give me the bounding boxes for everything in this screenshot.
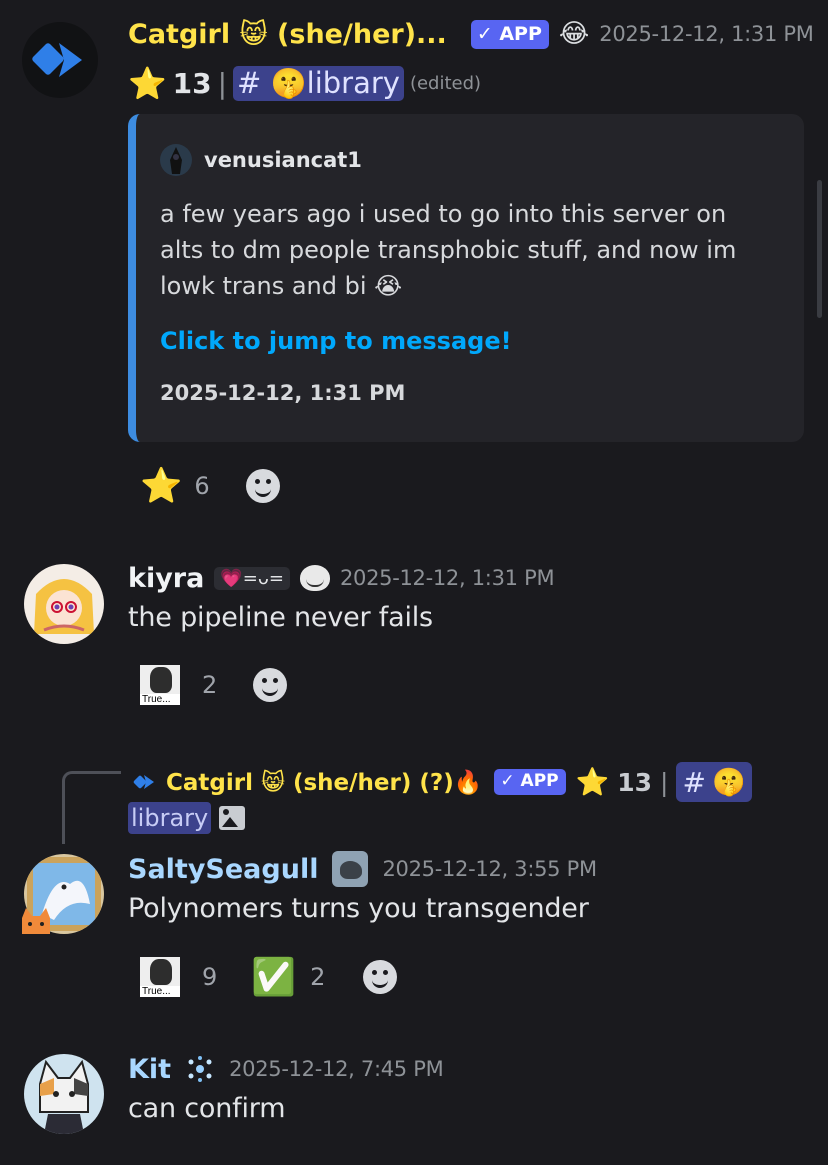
checkmark-icon: ✅ (251, 957, 297, 998)
username[interactable]: SaltySeagull (128, 854, 318, 885)
reaction-true[interactable]: True... 9 (140, 957, 217, 997)
message-content: can confirm (128, 1093, 286, 1124)
star-count: 13 (172, 66, 212, 100)
sparkle-role-icon (185, 1054, 215, 1084)
embed-description: a few years ago i used to go into this s… (160, 200, 737, 300)
image-icon (219, 806, 246, 830)
true-meme-icon: True... (140, 665, 180, 705)
reaction-count: 6 (194, 472, 210, 500)
reply-spine (62, 771, 121, 844)
add-reaction-icon[interactable] (363, 960, 398, 994)
channel-mention[interactable]: # 🤫library (233, 65, 404, 101)
edited-label: (edited) (409, 72, 482, 94)
message-content: the pipeline never fails (128, 602, 433, 633)
scrollbar-thumb[interactable] (817, 180, 822, 318)
message-header: Catgirl 😸 (she/her)... ✓ APP 😂 2025-12-1… (128, 14, 818, 54)
reply-preview[interactable]: Catgirl 😸 (she/her) (?)🔥 ✓ APP ⭐ 13 | # … (130, 760, 820, 804)
cat-avatar-icon (39, 1059, 89, 1134)
add-reaction-icon[interactable] (253, 668, 288, 702)
add-reaction-icon[interactable] (245, 469, 280, 503)
app-badge: ✓ APP (494, 769, 566, 795)
bot-logo-icon (133, 775, 154, 789)
separator: | (217, 66, 228, 100)
reaction-bar: True... 2 (140, 665, 288, 705)
username[interactable]: Kit (128, 1054, 171, 1085)
user-tag: 💗=ᴗ= (214, 566, 290, 590)
reaction-checkmark[interactable]: ✅ 2 (251, 956, 325, 998)
message-header: kiyra 💗=ᴗ= 2025-12-12, 1:31 PM (128, 558, 555, 598)
bot-logo-icon (32, 43, 82, 77)
message-header: SaltySeagull 2025-12-12, 3:55 PM (128, 849, 597, 889)
laughing-emoji-icon: 😂 (558, 19, 590, 49)
star-icon: ⭐ (128, 65, 167, 102)
reply-username[interactable]: Catgirl 😸 (she/her) (?)🔥 (166, 769, 482, 796)
trollface-icon (299, 565, 330, 591)
bot-avatar[interactable] (22, 22, 98, 98)
message-header: Kit 2025-12-12, 7:45 PM (128, 1049, 444, 1089)
reaction-count: 2 (202, 671, 218, 699)
timestamp[interactable]: 2025-12-12, 1:31 PM (599, 22, 814, 46)
reaction-star[interactable]: ⭐ 6 (140, 466, 210, 506)
embed-timestamp: 2025-12-12, 1:31 PM (160, 381, 406, 405)
star-icon: ⭐ (575, 767, 610, 798)
embed-author-avatar (160, 144, 192, 176)
message-embed: venusiancat1 a few years ago i used to g… (128, 114, 804, 442)
username[interactable]: Catgirl 😸 (she/her)... (128, 19, 447, 50)
timestamp[interactable]: 2025-12-12, 7:45 PM (229, 1057, 444, 1081)
true-meme-icon: True... (140, 957, 180, 997)
reaction-true[interactable]: True... 2 (140, 665, 217, 705)
timestamp[interactable]: 2025-12-12, 1:31 PM (340, 566, 555, 590)
reaction-bar: ⭐ 6 (140, 466, 280, 506)
avatar[interactable] (24, 564, 104, 644)
anime-avatar-icon (34, 579, 94, 634)
cat-avatar-decoration-icon (16, 908, 56, 940)
timestamp[interactable]: 2025-12-12, 3:55 PM (382, 857, 597, 881)
avatar[interactable] (24, 1054, 104, 1134)
channel-mention[interactable]: # 🤫 (676, 762, 752, 802)
reaction-count: 9 (202, 963, 218, 991)
reaction-bar: True... 9 ✅ 2 (140, 956, 398, 998)
embed-author-name[interactable]: venusiancat1 (204, 148, 362, 172)
starboard-line: ⭐ 13 | # 🤫library (edited) (128, 58, 481, 108)
separator: | (660, 767, 669, 797)
jump-to-message-link[interactable]: Click to jump to message! (160, 327, 512, 355)
channel-name[interactable]: library (128, 802, 212, 834)
bird-role-icon (332, 851, 369, 887)
star-count: 13 (617, 767, 653, 797)
username[interactable]: kiyra (128, 563, 204, 594)
message-content: Polynomers turns you transgender (128, 893, 589, 924)
reaction-count: 2 (310, 963, 326, 991)
app-badge: ✓ APP (470, 19, 549, 49)
star-icon: ⭐ (140, 466, 183, 506)
reply-preview-second-line: library (128, 802, 246, 834)
